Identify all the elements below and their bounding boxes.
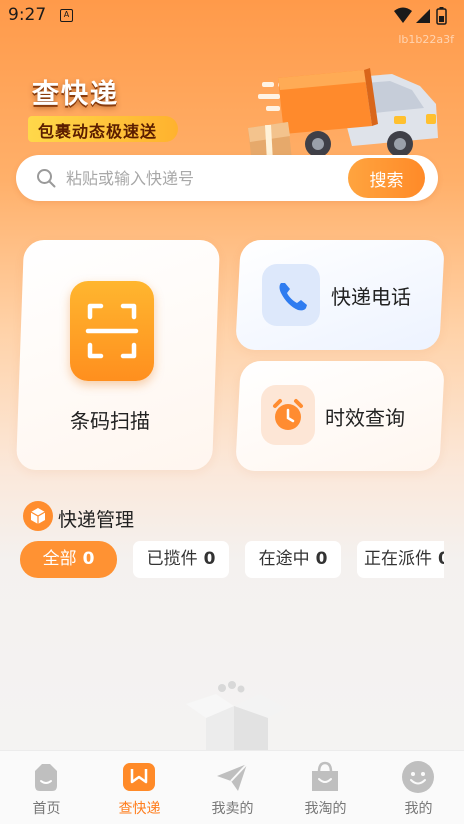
status-icons (394, 7, 447, 25)
nav-express-query[interactable]: 查快递 (93, 751, 186, 824)
tab-label: 全部 (42, 549, 77, 569)
nav-my-sold[interactable]: 我卖的 (186, 751, 279, 824)
smiley-face-icon (402, 761, 434, 793)
shopping-bag-icon (312, 761, 338, 791)
nav-mine[interactable]: 我的 (372, 751, 464, 824)
delivery-time-label: 时效查询 (325, 406, 405, 430)
home-icon (35, 764, 57, 791)
barcode-scan-label: 条码扫描 (70, 409, 150, 433)
express-phone-label: 快递电话 (331, 285, 411, 309)
express-query-icon (123, 763, 155, 791)
search-input[interactable] (66, 165, 346, 191)
tab-label: 正在派件 (364, 549, 432, 569)
search-icon (37, 169, 56, 188)
paper-plane-icon (217, 763, 248, 791)
tab-picked-up[interactable]: 已揽件 0 (133, 541, 229, 578)
barcode-scan-icon (70, 281, 154, 381)
tab-count: 0 (82, 549, 95, 569)
page-subtitle: 包裹动态极速送 (38, 122, 158, 141)
tab-count: 0 (315, 549, 328, 569)
tab-in-transit[interactable]: 在途中 0 (245, 541, 341, 578)
nav-label: 查快递 (118, 801, 161, 817)
empty-box-illustration (186, 681, 286, 752)
page-title: 查快递 (32, 79, 119, 110)
bottom-nav: 首页 查快递 我卖的 我淘的 我的 (0, 750, 464, 824)
status-time: 9:27 (8, 5, 47, 25)
wifi-icon (394, 7, 412, 23)
nav-label: 我的 (404, 801, 433, 817)
status-bar: 9:27 A (0, 0, 464, 32)
tab-label: 在途中 (258, 549, 310, 569)
package-icon (23, 501, 53, 531)
signal-icon (416, 9, 430, 23)
phone-icon (262, 264, 320, 326)
status-tabs: 全部 0 已揽件 0 在途中 0 正在派件 0 (20, 541, 444, 581)
tab-count: 0 (438, 549, 444, 569)
nav-my-bought[interactable]: 我淘的 (279, 751, 372, 824)
nav-home[interactable]: 首页 (0, 751, 93, 824)
tab-count: 0 (203, 549, 216, 569)
nav-label: 首页 (32, 801, 61, 817)
search-bar: 搜索 (16, 155, 438, 201)
tab-label: 已揽件 (146, 549, 198, 569)
tab-all[interactable]: 全部 0 (20, 541, 117, 578)
nav-label: 我淘的 (304, 801, 347, 817)
search-button[interactable]: 搜索 (348, 158, 425, 198)
nav-label: 我卖的 (211, 801, 254, 817)
tab-dispatching[interactable]: 正在派件 0 (357, 541, 444, 578)
section-title: 快递管理 (58, 509, 135, 531)
watermark: lb1b22a3f (398, 33, 454, 46)
notification-icon: A (60, 9, 73, 22)
delivery-truck-illustration (248, 68, 438, 164)
alarm-clock-icon (261, 385, 315, 445)
